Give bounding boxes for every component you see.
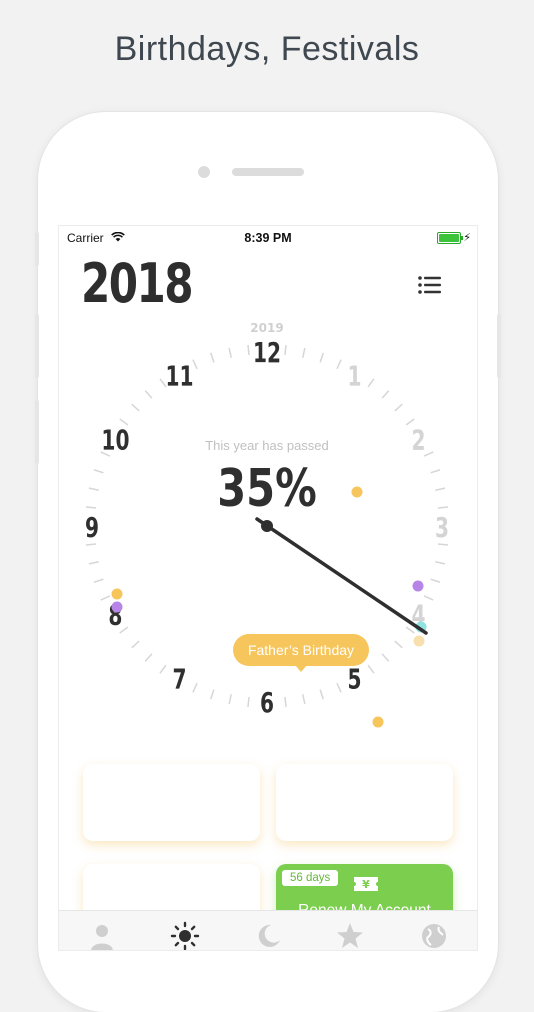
clock-tick [144, 390, 153, 399]
year-progress-caption: This year has passed [205, 438, 329, 453]
clock-tick [88, 561, 99, 565]
phone-speaker [232, 168, 304, 176]
event-card-sisters-birthday[interactable]: 9 days Sister’s Birthday 5.15 [83, 764, 260, 841]
event-card-date: 5.15 [160, 823, 183, 835]
year-clock: 123456789101112 2019 This year has passe… [85, 321, 449, 728]
clock-hour-label: 3 [435, 511, 449, 544]
clock-tick [210, 352, 215, 363]
days-left-badge: 43 days [89, 870, 146, 886]
clock-tick [302, 694, 306, 705]
clock-tick [93, 469, 104, 474]
clock-tick [88, 487, 99, 491]
clock-tick [336, 682, 342, 693]
clock-tick [319, 689, 324, 700]
clock-tick [93, 578, 104, 583]
clock-tick [435, 487, 446, 491]
clock-tick [85, 543, 97, 546]
tab-favorites-star-icon[interactable] [335, 921, 365, 950]
clock-tick [319, 352, 324, 363]
clock-tick [336, 359, 342, 370]
tab-world-globe-icon[interactable] [419, 921, 449, 950]
phone-volume-down-button [35, 400, 39, 464]
tab-lunar-moon-icon[interactable] [253, 921, 283, 950]
clock-tick [192, 359, 198, 370]
cake-icon [161, 875, 183, 895]
event-card-title: Sister’s Birthday [115, 802, 228, 819]
clock-hour-label: 11 [165, 359, 193, 392]
clock-hour-label: 12 [253, 336, 281, 369]
phone-volume-up-button [35, 314, 39, 378]
clock-hour-label: 10 [101, 423, 129, 456]
svg-text:¥: ¥ [362, 878, 370, 891]
event-dot[interactable] [412, 580, 424, 592]
clock-tick [247, 344, 250, 356]
days-left-badge: 56 days [282, 870, 339, 886]
clock-tick [437, 506, 449, 509]
event-card-title: Mother’s Birthday [304, 802, 425, 819]
clock-hour-label: 6 [260, 686, 274, 719]
clock-tick [430, 469, 441, 474]
clock-tick [284, 344, 287, 356]
event-dot[interactable] [351, 486, 363, 498]
event-dot[interactable] [111, 601, 123, 613]
tab-solar-sun-icon[interactable] [170, 921, 200, 950]
clock-tick [144, 653, 153, 662]
clock-tick [367, 378, 375, 388]
phone-power-button [497, 314, 501, 378]
tab-profile[interactable] [87, 921, 117, 950]
status-time: 8:39 PM [244, 231, 292, 245]
clock-tick [192, 682, 198, 693]
event-card-date: 6.4 [356, 823, 373, 835]
clock-tick [381, 653, 390, 662]
days-left-badge: 29 days [282, 770, 339, 786]
clock-tick [437, 543, 449, 546]
clock-hour-label: 1 [347, 359, 361, 392]
clock-tick [394, 640, 403, 649]
app-screen: Carrier 8:39 PM ⚡ 2018 1 2 3 4 5 6 7 8 9 10 11 12 2… [59, 226, 477, 950]
clock-tick [131, 403, 140, 412]
clock-tick [367, 664, 375, 674]
charging-icon: ⚡ [463, 232, 471, 244]
clock-tick [394, 403, 403, 412]
clock-tick [435, 561, 446, 565]
next-year-label: 2019 [250, 321, 283, 335]
cake-icon [354, 775, 376, 795]
days-left-badge: 9 days [89, 770, 139, 786]
tab-bar [59, 910, 477, 950]
event-dot[interactable] [413, 635, 425, 647]
clock-tick [228, 694, 232, 705]
menu-list-icon[interactable] [415, 270, 445, 300]
headline: Birthdays, Festivals [114, 30, 420, 68]
phone-side-button [35, 232, 39, 266]
event-dot[interactable] [111, 588, 123, 600]
year-progress-percent: 35% [217, 459, 317, 520]
clock-tick [247, 696, 250, 708]
clock-tick [159, 664, 167, 674]
clock-tick [284, 696, 287, 708]
event-tooltip-label: Father’s Birthday [248, 642, 354, 658]
clock-tick [228, 347, 232, 358]
current-year: 2018 [81, 252, 194, 315]
clock-hour-label: 7 [172, 662, 186, 695]
clock-hour-label: 5 [347, 662, 361, 695]
clock-tick [131, 640, 140, 649]
ticket-icon: ¥ [354, 877, 378, 891]
clock-hand-pivot [261, 520, 273, 532]
clock-tick [381, 390, 390, 399]
phone-camera [198, 166, 210, 178]
clock-tick [430, 578, 441, 583]
battery-icon [437, 232, 463, 244]
clock-hand [255, 517, 428, 635]
cake-icon [161, 775, 183, 795]
event-card-mothers-birthday[interactable]: 29 days Mother’s Birthday 6.4 [276, 764, 453, 841]
event-dot[interactable] [372, 716, 384, 728]
clock-hour-label: 9 [85, 511, 99, 544]
clock-tick [210, 689, 215, 700]
clock-tick [302, 347, 306, 358]
clock-hour-label: 2 [412, 423, 426, 456]
clock-tick [85, 506, 97, 509]
status-bar: Carrier 8:39 PM ⚡ [59, 226, 477, 250]
